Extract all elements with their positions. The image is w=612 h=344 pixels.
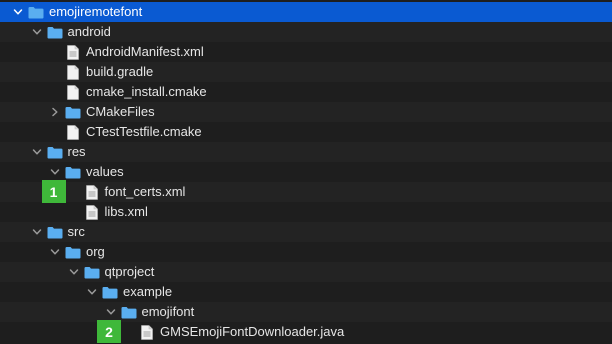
folder-icon [47, 22, 63, 42]
folder-icon [102, 282, 118, 302]
tree-row-folder[interactable]: emojiremotefont [0, 2, 612, 22]
folder-icon [28, 2, 44, 22]
step-badge: 2 [97, 320, 121, 343]
tree-row-label: emojifont [141, 304, 195, 319]
tree-row-folder[interactable]: qtproject [0, 262, 612, 282]
folder-icon [47, 222, 63, 242]
tree-row-folder[interactable]: android [0, 22, 612, 42]
chevron-down-icon[interactable] [86, 282, 98, 302]
folder-icon [65, 102, 81, 122]
file-icon [65, 42, 81, 62]
tree-row-folder[interactable]: emojifont [0, 302, 612, 322]
chevron-down-icon[interactable] [12, 2, 24, 22]
tree-row-label: font_certs.xml [104, 184, 186, 199]
folder-icon [47, 142, 63, 162]
tree-row-label: build.gradle [86, 64, 154, 79]
file-icon [65, 122, 81, 142]
tree-row-label: CTestTestfile.cmake [86, 124, 202, 139]
tree-row-file[interactable]: GMSEmojiFontDownloader.java [0, 322, 612, 342]
chevron-down-icon[interactable] [49, 242, 61, 262]
folder-icon [65, 162, 81, 182]
chevron-down-icon[interactable] [31, 222, 43, 242]
tree-row-file[interactable]: font_certs.xml [0, 182, 612, 202]
folder-icon [84, 262, 100, 282]
tree-row-label: CMakeFiles [86, 104, 155, 119]
folder-icon [65, 242, 81, 262]
tree-row-label: org [86, 244, 105, 259]
tree-row-label: AndroidManifest.xml [86, 44, 204, 59]
tree-row-label: src [67, 224, 85, 239]
chevron-down-icon[interactable] [68, 262, 80, 282]
file-icon [65, 82, 81, 102]
tree-row-folder[interactable]: values [0, 162, 612, 182]
tree-row-label: emojiremotefont [49, 4, 143, 19]
tree-row-folder[interactable]: src [0, 222, 612, 242]
chevron-down-icon[interactable] [49, 162, 61, 182]
tree-row-label: cmake_install.cmake [86, 84, 207, 99]
tree-row-label: res [67, 144, 86, 159]
tree-row-folder[interactable]: org [0, 242, 612, 262]
chevron-right-icon[interactable] [49, 102, 61, 122]
chevron-down-icon[interactable] [31, 142, 43, 162]
tree-row-folder[interactable]: res [0, 142, 612, 162]
file-icon [65, 62, 81, 82]
tree-row-label: libs.xml [104, 204, 148, 219]
tree-row-file[interactable]: CTestTestfile.cmake [0, 122, 612, 142]
tree-row-file[interactable]: libs.xml [0, 202, 612, 222]
chevron-down-icon[interactable] [31, 22, 43, 42]
tree-row-label: values [86, 164, 124, 179]
step-badge: 1 [41, 180, 66, 203]
tree-row-file[interactable]: build.gradle [0, 62, 612, 82]
file-icon [84, 182, 100, 202]
file-icon [84, 202, 100, 222]
file-icon [139, 322, 155, 342]
tree-row-label: android [67, 24, 111, 39]
tree-row-file[interactable]: cmake_install.cmake [0, 82, 612, 102]
tree-row-folder[interactable]: CMakeFiles [0, 102, 612, 122]
tree-row-label: GMSEmojiFontDownloader.java [160, 324, 345, 339]
chevron-down-icon[interactable] [105, 302, 117, 322]
tree-row-label: qtproject [104, 264, 155, 279]
file-tree: emojiremotefont android AndroidManifest.… [0, 0, 612, 344]
folder-icon [121, 302, 137, 322]
tree-row-folder[interactable]: example [0, 282, 612, 302]
tree-row-label: example [123, 284, 173, 299]
tree-row-file[interactable]: AndroidManifest.xml [0, 42, 612, 62]
